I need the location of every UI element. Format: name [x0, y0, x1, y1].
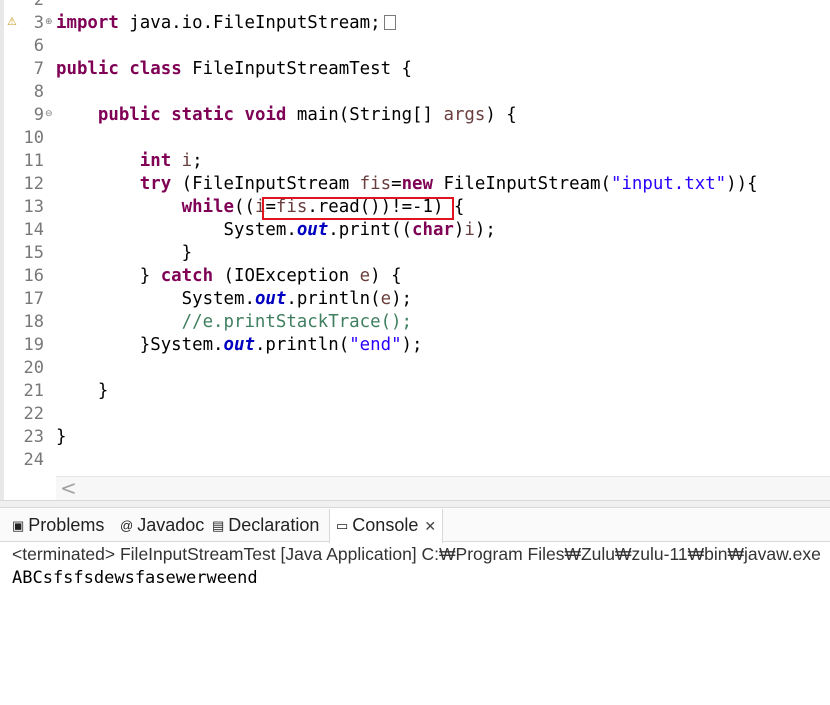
line-number: 7 — [33, 59, 44, 79]
code-text: public class FileInputStreamTest { — [56, 59, 413, 79]
line-number: 10 — [23, 128, 44, 148]
line-number: 6 — [33, 36, 44, 56]
tab-label: Declaration — [228, 515, 320, 535]
line-number: 22 — [23, 404, 44, 424]
code-line[interactable]: 21 } — [0, 380, 830, 403]
panel-divider[interactable] — [0, 500, 830, 508]
line-number: 16 — [23, 266, 44, 286]
code-line[interactable]: 23} — [0, 426, 830, 449]
line-number: 18 — [23, 312, 44, 332]
code-text: } — [56, 381, 109, 401]
code-text: int i; — [139, 151, 203, 171]
code-line[interactable]: 18 //e.printStackTrace(); — [0, 311, 830, 334]
code-text: } — [56, 243, 193, 263]
tab-javadoc[interactable]: @ Javadoc — [120, 509, 204, 542]
problems-icon: ▣ — [12, 518, 25, 533]
code-text: import java.io.FileInputStream; — [56, 12, 396, 35]
code-line[interactable]: 7 public class FileInputStreamTest { — [0, 58, 830, 81]
line-number: 20 — [23, 358, 44, 378]
code-text: } — [56, 427, 67, 447]
console-output[interactable]: ABCsfsfsdewsfasewerweend — [12, 566, 258, 590]
code-text: System.out.print((char)i); — [56, 220, 496, 240]
line-number: 15 — [23, 243, 44, 263]
line-number: 14 — [23, 220, 44, 240]
expand-fold-icon[interactable]: ⊕ — [45, 17, 53, 27]
code-line[interactable]: 20 — [0, 357, 830, 380]
console-icon: ▭ — [336, 518, 349, 533]
highlight-annotation-box — [262, 197, 454, 220]
javadoc-icon: @ — [120, 518, 134, 533]
scroll-left-icon[interactable]: < — [60, 477, 77, 499]
code-text: }System.out.println("end"); — [56, 335, 423, 355]
line-number: 11 — [23, 151, 44, 171]
warning-marker-icon[interactable]: ⚠ — [7, 16, 17, 28]
code-text: System.out.println(e); — [56, 289, 413, 309]
code-text: public static void main(String[] args) { — [97, 105, 517, 125]
code-line[interactable]: 8 — [0, 81, 830, 104]
collapsed-imports-marker[interactable] — [383, 15, 396, 30]
tab-label: Problems — [28, 515, 105, 535]
line-number: 2 — [33, 0, 44, 10]
code-line[interactable]: 22 — [0, 403, 830, 426]
code-line[interactable]: 3 ⊕ import java.io.FileInputStream; — [0, 12, 830, 35]
code-text: //e.printStackTrace(); — [181, 312, 412, 332]
tab-label: Console — [352, 515, 419, 535]
tab-label: Javadoc — [137, 515, 205, 535]
line-number: 9 — [33, 105, 44, 125]
line-number: 21 — [23, 381, 44, 401]
horizontal-scrollbar[interactable]: < — [56, 476, 830, 500]
line-number: 8 — [33, 82, 44, 102]
close-icon[interactable]: ✕ — [424, 518, 436, 534]
line-number: 13 — [23, 197, 44, 217]
code-line[interactable]: 12 try (FileInputStream fis=new FileInpu… — [0, 173, 830, 196]
code-line[interactable]: 24 — [0, 449, 830, 472]
code-editor[interactable]: 2 3 ⊕ import java.io.FileInputStream; 6 7 publ… — [0, 0, 830, 500]
line-number: 17 — [23, 289, 44, 309]
tab-declaration[interactable]: ▤ Declaration — [212, 509, 319, 542]
code-line[interactable]: 6 — [0, 35, 830, 58]
tab-console[interactable]: ▭ Console ✕ — [329, 509, 444, 543]
line-number: 24 — [23, 450, 44, 470]
code-line[interactable]: 2 — [0, 0, 830, 12]
line-number: 23 — [23, 427, 44, 447]
code-line[interactable]: 16 } catch (IOException e) { — [0, 265, 830, 288]
code-line[interactable]: 15 } — [0, 242, 830, 265]
code-line[interactable]: 14 System.out.print((char)i); — [0, 219, 830, 242]
code-line[interactable]: 9 ⊖ public static void main(String[] args… — [0, 104, 830, 127]
tab-problems[interactable]: ▣ Problems — [12, 509, 104, 542]
code-line[interactable]: 19 }System.out.println("end"); — [0, 334, 830, 357]
code-line[interactable]: 17 System.out.println(e); — [0, 288, 830, 311]
view-tab-bar: ▣ Problems @ Javadoc ▤ Declaration ▭ Console… — [0, 509, 830, 543]
code-text: try (FileInputStream fis=new FileInputSt… — [139, 174, 758, 194]
line-number: 19 — [23, 335, 44, 355]
code-text: } catch (IOException e) { — [56, 266, 402, 286]
console-status: <terminated> FileInputStreamTest [Java A… — [12, 544, 821, 564]
collapse-fold-icon[interactable]: ⊖ — [45, 109, 53, 119]
line-number: 12 — [23, 174, 44, 194]
code-line[interactable]: 11 int i; — [0, 150, 830, 173]
code-line[interactable]: 10 — [0, 127, 830, 150]
declaration-icon: ▤ — [212, 518, 225, 533]
